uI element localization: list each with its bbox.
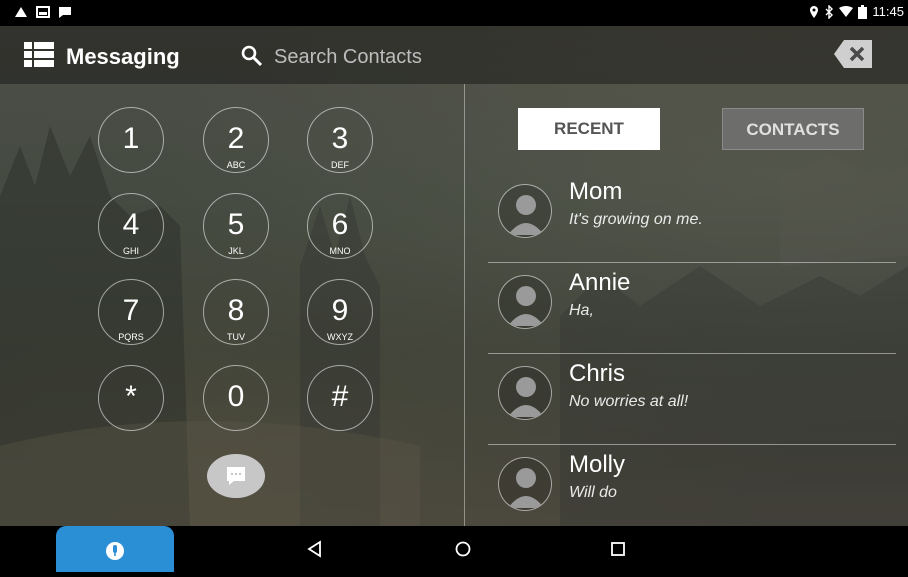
contact-last-message: Will do bbox=[569, 484, 617, 501]
dialpad-key-5[interactable]: 5 JKL bbox=[203, 193, 269, 259]
chat-bubble-icon bbox=[227, 467, 245, 485]
wifi-icon bbox=[839, 5, 854, 17]
dialpad-key-6[interactable]: 6 MNO bbox=[307, 193, 373, 259]
person-icon bbox=[508, 377, 544, 417]
list-divider bbox=[488, 262, 896, 263]
avatar bbox=[498, 457, 552, 511]
home-circle-icon[interactable] bbox=[452, 538, 474, 560]
person-icon bbox=[508, 286, 544, 326]
back-triangle-icon[interactable] bbox=[304, 538, 326, 560]
list-item[interactable]: Annie Ha, bbox=[488, 264, 896, 354]
contact-name: Molly bbox=[569, 451, 626, 478]
message-notification-icon bbox=[59, 7, 71, 18]
search-input[interactable] bbox=[274, 44, 574, 70]
contact-name: Mom bbox=[569, 178, 623, 205]
status-time: 11:45 bbox=[872, 4, 904, 19]
list-menu-icon[interactable] bbox=[24, 40, 54, 68]
page-title: Messaging bbox=[66, 44, 180, 69]
bluetooth-icon bbox=[825, 4, 834, 19]
dialpad-key-1[interactable]: 1 bbox=[98, 107, 164, 173]
tab-recent[interactable]: RECENT bbox=[518, 108, 660, 150]
system-nav-bar bbox=[0, 526, 908, 572]
list-item[interactable]: Mom It's growing on me. bbox=[488, 173, 896, 263]
avatar bbox=[498, 366, 552, 420]
compose-message-button[interactable] bbox=[207, 454, 265, 498]
backspace-clear-icon[interactable] bbox=[834, 40, 872, 68]
avatar bbox=[498, 184, 552, 238]
contact-last-message: Ha, bbox=[569, 302, 594, 319]
person-icon bbox=[508, 195, 544, 235]
dialpad-key-7[interactable]: 7 PQRS bbox=[98, 279, 164, 345]
voice-input-button[interactable] bbox=[56, 526, 174, 572]
dialpad-key-3[interactable]: 3 DEF bbox=[307, 107, 373, 173]
location-icon bbox=[810, 5, 819, 18]
sim-icon bbox=[36, 6, 50, 18]
dialpad-key-star[interactable]: * bbox=[98, 365, 164, 431]
panel-divider bbox=[464, 84, 465, 526]
list-divider bbox=[488, 444, 896, 445]
contact-last-message: It's growing on me. bbox=[569, 211, 703, 228]
main-screen: Messaging 1 2ABC 3DEF 4GHI 5JKL 6MNO 7PQ… bbox=[0, 26, 908, 526]
status-notifications bbox=[14, 6, 72, 18]
recents-square-icon[interactable] bbox=[607, 538, 629, 560]
dialpad-key-hash[interactable]: # bbox=[307, 365, 373, 431]
contact-last-message: No worries at all! bbox=[569, 393, 689, 410]
dialpad-key-2[interactable]: 2 ABC bbox=[203, 107, 269, 173]
app-header: Messaging bbox=[0, 26, 908, 84]
notification-icon bbox=[15, 7, 27, 17]
list-item[interactable]: Molly Will do bbox=[488, 446, 896, 526]
microphone-icon bbox=[106, 542, 124, 560]
dialpad-key-4[interactable]: 4 GHI bbox=[98, 193, 164, 259]
dialpad-key-9[interactable]: 9 WXYZ bbox=[307, 279, 373, 345]
list-item[interactable]: Chris No worries at all! bbox=[488, 355, 896, 445]
list-divider bbox=[488, 353, 896, 354]
tab-contacts[interactable]: CONTACTS bbox=[722, 108, 864, 150]
person-icon bbox=[508, 468, 544, 508]
contact-name: Annie bbox=[569, 269, 631, 296]
dialpad-key-0[interactable]: 0 bbox=[203, 365, 269, 431]
dialpad-key-8[interactable]: 8 TUV bbox=[203, 279, 269, 345]
battery-icon bbox=[858, 4, 868, 19]
avatar bbox=[498, 275, 552, 329]
contact-name: Chris bbox=[569, 360, 626, 387]
status-bar: 11:45 bbox=[0, 0, 908, 26]
search-icon[interactable] bbox=[240, 44, 264, 68]
status-indicators: 11:45 bbox=[809, 4, 904, 19]
